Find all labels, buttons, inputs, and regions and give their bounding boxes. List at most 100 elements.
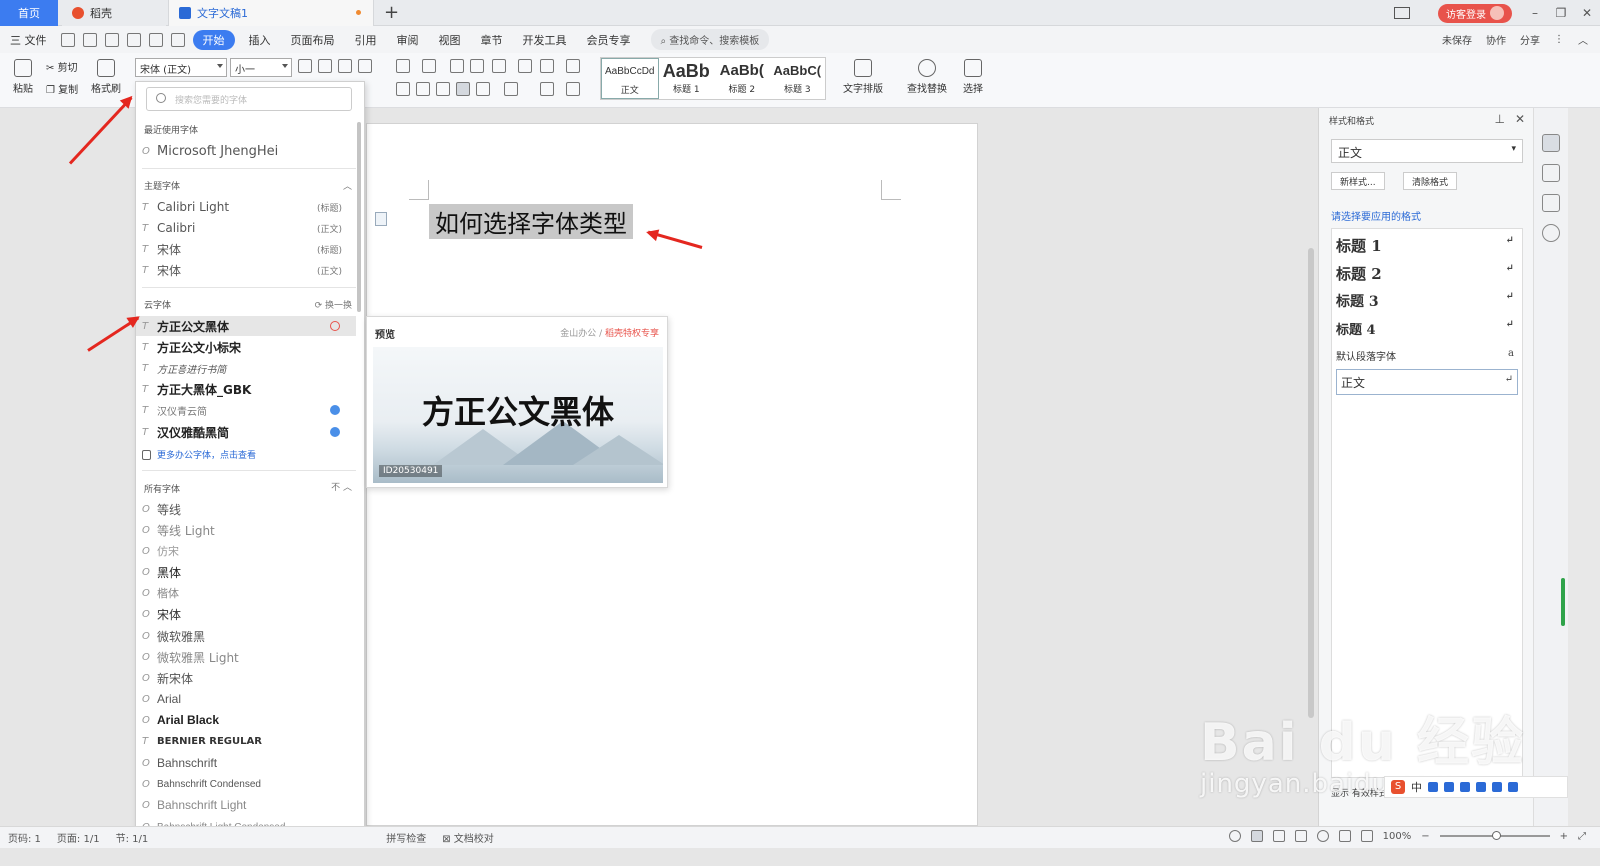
style-item-heading-1[interactable]: 标题 1 ↵ bbox=[1336, 235, 1518, 256]
font-item-cloud[interactable]: T 方正흥进行书简 bbox=[136, 358, 356, 378]
minimize-button[interactable]: – bbox=[1522, 6, 1548, 20]
export-icon[interactable] bbox=[82, 32, 97, 47]
font-item[interactable]: O Bahnschrift Light bbox=[136, 795, 356, 815]
close-window-button[interactable]: ✕ bbox=[1574, 6, 1600, 20]
font-item[interactable]: O 微软雅黑 Light bbox=[136, 647, 356, 667]
style-heading-2[interactable]: AaBb(标题 2 bbox=[714, 58, 770, 99]
bullets-icon[interactable] bbox=[396, 59, 410, 73]
ime-toolbar[interactable]: S 中 bbox=[1384, 776, 1568, 798]
collaborate-button[interactable]: 协作 bbox=[1486, 32, 1506, 47]
menu-insert[interactable]: 插入 bbox=[239, 32, 281, 48]
command-search[interactable]: ⌕ 查找命令、搜索模板 bbox=[650, 29, 770, 50]
menu-view[interactable]: 视图 bbox=[429, 32, 471, 48]
redo-icon[interactable] bbox=[170, 32, 185, 47]
properties-icon[interactable] bbox=[1542, 194, 1560, 212]
share-button[interactable]: 分享 bbox=[1520, 32, 1540, 47]
menu-member[interactable]: 会员专享 bbox=[577, 32, 641, 48]
style-item-heading-3[interactable]: 标题 3 ↵ bbox=[1336, 291, 1518, 311]
chevron-down-icon[interactable]: ▾ bbox=[1511, 144, 1516, 154]
font-list-scrollbar[interactable] bbox=[357, 122, 361, 312]
font-item[interactable]: O 楷体 bbox=[136, 583, 356, 603]
refresh-cloud-fonts-button[interactable]: ⟳ 换一换 bbox=[315, 298, 352, 311]
font-item[interactable]: O 等线 bbox=[136, 499, 356, 519]
font-size-select[interactable]: 小一 bbox=[230, 58, 292, 77]
new-style-button[interactable]: 新样式... bbox=[1331, 172, 1385, 190]
numbering-icon[interactable] bbox=[422, 59, 436, 73]
file-menu[interactable]: 三 文件 bbox=[0, 32, 57, 48]
new-tab-button[interactable]: + bbox=[384, 2, 399, 23]
style-heading-1[interactable]: AaBb 标题 1 bbox=[659, 58, 715, 99]
font-item-cloud[interactable]: T 汉仪青云简 bbox=[136, 400, 356, 420]
font-item[interactable]: O Bahnschrift bbox=[136, 753, 356, 773]
style-heading-3[interactable]: AaBbC(标题 3 bbox=[770, 58, 826, 99]
font-item-theme[interactable]: T Calibri Light (标题) bbox=[136, 197, 356, 217]
tab-document[interactable]: 文字文稿1 bbox=[168, 0, 374, 26]
styles-panel-title[interactable]: 样式和格式 bbox=[1329, 114, 1374, 127]
undo-icon[interactable] bbox=[148, 32, 163, 47]
page-count[interactable]: 页面: 1/1 bbox=[57, 830, 100, 845]
paste-button[interactable]: 粘贴 bbox=[8, 59, 38, 95]
help-icon[interactable] bbox=[1542, 224, 1560, 242]
font-item[interactable]: O 宋体 bbox=[136, 604, 356, 624]
justify-icon[interactable] bbox=[456, 82, 470, 96]
font-item-cloud[interactable]: T 方正大黑体_GBK bbox=[136, 379, 356, 399]
text-layout-button[interactable]: 文字排版 bbox=[838, 59, 888, 95]
web-view-icon[interactable] bbox=[1316, 830, 1329, 842]
align-right-icon[interactable] bbox=[436, 82, 450, 96]
font-item[interactable]: O 黑体 bbox=[136, 562, 356, 582]
font-item[interactable]: O 等线 Light bbox=[136, 520, 356, 540]
font-search-input[interactable]: 搜索您需要的字体 bbox=[146, 87, 352, 111]
chevron-down-icon[interactable] bbox=[217, 64, 223, 68]
menu-section[interactable]: 章节 bbox=[471, 32, 513, 48]
clear-format-button[interactable]: 清除格式 bbox=[1403, 172, 1458, 190]
font-item-theme[interactable]: T Calibri (正文) bbox=[136, 218, 356, 238]
sort-icon[interactable] bbox=[518, 59, 532, 73]
zoom-level[interactable]: 100% bbox=[1383, 831, 1412, 842]
section-count[interactable]: 节: 1/1 bbox=[116, 830, 149, 845]
current-style-select[interactable]: 正文 ▾ bbox=[1331, 139, 1523, 163]
select-button[interactable]: 选择 bbox=[956, 59, 990, 95]
document-scrollbar[interactable] bbox=[1308, 248, 1314, 718]
page-number[interactable]: 页码: 1 bbox=[8, 830, 41, 845]
save-icon[interactable] bbox=[60, 32, 75, 47]
zoom-slider[interactable] bbox=[1439, 831, 1550, 840]
menu-references[interactable]: 引用 bbox=[345, 32, 387, 48]
line-spacing-icon[interactable] bbox=[504, 82, 518, 96]
eye-protection-icon[interactable] bbox=[1228, 830, 1241, 842]
cursor-select-icon[interactable] bbox=[1542, 164, 1560, 182]
font-item-theme[interactable]: T 宋体 (正文) bbox=[136, 260, 356, 280]
zoom-in-button[interactable]: + bbox=[1560, 831, 1568, 842]
text-direction-icon[interactable] bbox=[492, 59, 506, 73]
fullscreen-icon[interactable]: ⤢ bbox=[1578, 831, 1586, 842]
document-title-text[interactable]: 如何选择字体类型 bbox=[429, 204, 633, 239]
find-replace-button[interactable]: 查找替换 bbox=[902, 59, 952, 95]
font-item-theme[interactable]: T 宋体 (标题) bbox=[136, 239, 356, 259]
reading-view-icon[interactable] bbox=[1294, 830, 1307, 842]
menu-review[interactable]: 审阅 bbox=[387, 32, 429, 48]
grow-font-icon[interactable] bbox=[298, 59, 312, 73]
font-item[interactable]: T BERNIER REGULAR bbox=[136, 731, 356, 751]
copy-button[interactable]: ❐ 复制 bbox=[46, 81, 86, 96]
font-name-select[interactable]: 宋体 (正文) bbox=[135, 58, 227, 77]
borders-icon[interactable] bbox=[566, 82, 580, 96]
close-icon[interactable]: ✕ bbox=[1515, 112, 1525, 126]
menu-developer[interactable]: 开发工具 bbox=[513, 32, 577, 48]
font-item[interactable]: O Arial Black bbox=[136, 710, 356, 730]
font-item[interactable]: O 仿宋 bbox=[136, 541, 356, 561]
font-item[interactable]: O 微软雅黑 bbox=[136, 626, 356, 646]
tab-daoke[interactable]: 稻壳 bbox=[62, 0, 166, 26]
table-icon[interactable] bbox=[566, 59, 580, 73]
restore-button[interactable]: ❐ bbox=[1548, 6, 1574, 20]
font-item[interactable]: O Bahnschrift Condensed bbox=[136, 774, 356, 794]
distribute-icon[interactable] bbox=[476, 82, 490, 96]
style-item-normal[interactable]: 正文 ↵ bbox=[1336, 369, 1518, 395]
collapse-theme-icon[interactable]: ︿ bbox=[343, 179, 352, 192]
font-item-recent[interactable]: O Microsoft JhengHei bbox=[136, 141, 356, 161]
chevron-down-icon[interactable] bbox=[282, 64, 288, 68]
style-item-heading-2[interactable]: 标题 2 ↵ bbox=[1336, 263, 1518, 284]
decrease-indent-icon[interactable] bbox=[450, 59, 464, 73]
print-preview-icon[interactable] bbox=[126, 32, 141, 47]
collapse-ribbon-icon[interactable]: ︿ bbox=[1578, 32, 1588, 47]
tab-home[interactable]: 首页 bbox=[0, 0, 58, 26]
proofread-button[interactable]: ⊠ 文档校对 bbox=[442, 830, 494, 845]
